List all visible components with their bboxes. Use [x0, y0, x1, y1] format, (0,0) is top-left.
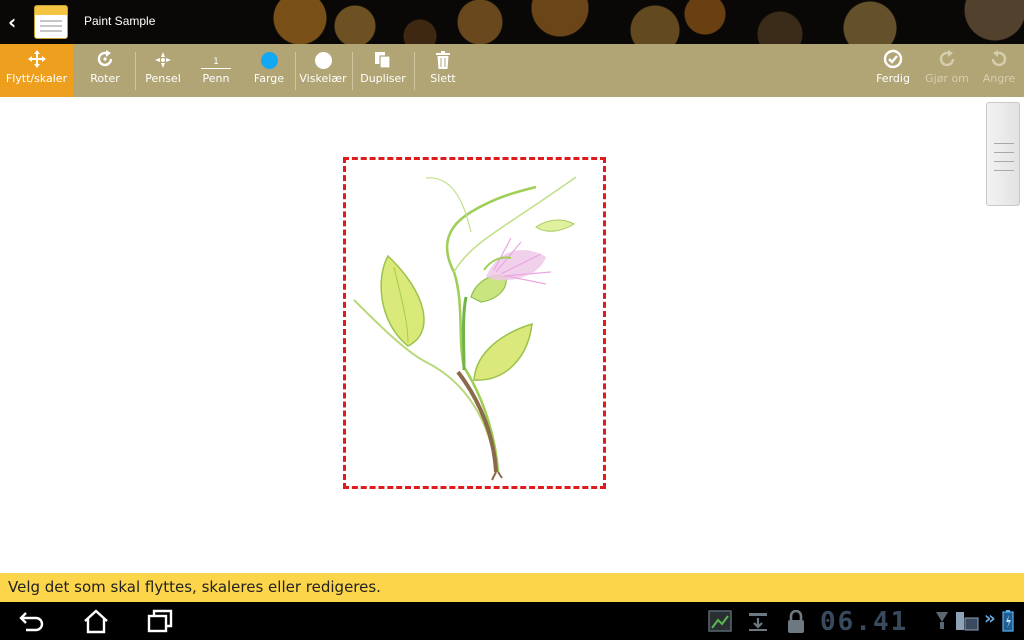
check-circle-icon — [883, 49, 903, 69]
tool-label: Farge — [253, 72, 285, 85]
action-bar: ‹ Paint Sample — [0, 0, 1024, 44]
rotate-icon — [97, 50, 113, 67]
recent-apps-icon[interactable] — [146, 608, 174, 634]
redo-icon — [939, 50, 955, 67]
tool-label: Viskelær — [299, 72, 347, 85]
keyboard-icon — [956, 612, 979, 631]
tool-label: Penn — [202, 72, 230, 85]
pen-size-value: 1 — [213, 57, 219, 67]
trash-icon — [436, 51, 450, 69]
done-label: Ferdig — [876, 72, 910, 85]
redo-label: Gjør om — [925, 72, 969, 85]
back-chevron-icon[interactable]: ‹ — [8, 11, 22, 33]
tool-label: Flytt/skaler — [5, 72, 68, 85]
battery-icon — [1002, 610, 1014, 632]
tool-rotate[interactable]: Roter — [80, 44, 130, 97]
wifi-icon — [936, 612, 948, 629]
tool-label: Pensel — [145, 72, 181, 85]
color-dot-icon — [260, 52, 278, 69]
tool-pen[interactable]: 1 Penn — [194, 44, 238, 97]
eraser-dot-icon — [314, 52, 332, 69]
move-icon — [27, 50, 46, 68]
tool-label: Dupliser — [360, 72, 406, 85]
tool-delete[interactable]: Slett — [422, 44, 464, 97]
tool-color[interactable]: Farge — [248, 44, 290, 97]
status-clock[interactable]: 06.41 — [820, 608, 908, 636]
back-icon[interactable] — [18, 608, 46, 634]
app-notebook-icon[interactable] — [34, 5, 68, 39]
tool-duplicate[interactable]: Dupliser — [357, 44, 409, 97]
tool-eraser[interactable]: Viskelær — [298, 44, 348, 97]
drawing-canvas[interactable] — [0, 97, 1024, 573]
selection-rectangle[interactable] — [343, 157, 606, 489]
tool-label: Roter — [90, 72, 120, 85]
undo-label: Angre — [982, 72, 1016, 85]
tool-brush[interactable]: Pensel — [140, 44, 186, 97]
undo-button[interactable]: Angre — [978, 44, 1020, 97]
toolbar-divider — [352, 52, 353, 90]
download-icon[interactable] — [747, 610, 769, 632]
toolbar-divider — [414, 52, 415, 90]
scroll-handle[interactable] — [986, 102, 1020, 206]
toolbar-divider — [135, 52, 136, 90]
brush-icon — [155, 52, 171, 68]
redo-button[interactable]: Gjør om — [922, 44, 972, 97]
chevron-right-icon: » — [984, 608, 996, 629]
toolbar-divider — [295, 52, 296, 90]
hint-bar: Velg det som skal flyttes, skaleres elle… — [0, 573, 1024, 602]
tool-label: Slett — [430, 72, 456, 85]
system-bar: 06.41 » — [0, 602, 1024, 640]
duplicate-icon — [375, 52, 391, 69]
pen-size-icon — [201, 68, 231, 69]
undo-icon — [991, 50, 1007, 67]
screenshot-icon[interactable] — [708, 610, 732, 632]
lock-icon — [788, 610, 804, 633]
done-button[interactable]: Ferdig — [872, 44, 914, 97]
home-icon[interactable] — [82, 608, 110, 634]
tool-move-scale[interactable]: Flytt/skaler — [0, 44, 73, 97]
app-title: Paint Sample — [84, 14, 156, 28]
toolbar: Flytt/skaler Roter Pensel 1 Penn Farge V… — [0, 44, 1024, 97]
